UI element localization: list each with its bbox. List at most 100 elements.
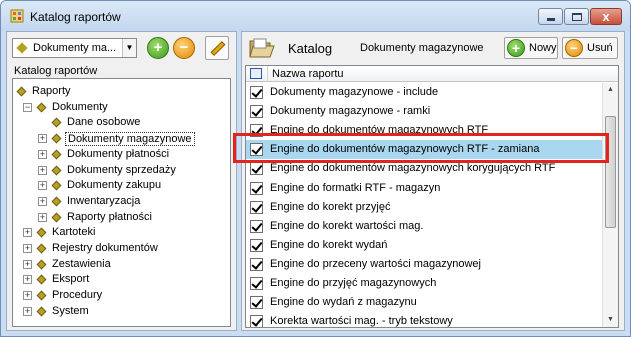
report-row-checkbox[interactable] [250, 219, 263, 233]
expand-icon[interactable]: + [38, 196, 47, 206]
report-name: Korekta wartości mag. - tryb tekstowy [270, 315, 453, 328]
select-all-checkbox[interactable] [250, 68, 262, 79]
column-header-report-name[interactable]: Nazwa raportu [272, 68, 344, 80]
tree-node-icon [51, 212, 62, 223]
tree-node-icon [36, 306, 47, 317]
tree-node-icon [51, 133, 62, 144]
report-name: Engine do korekt wartości mag. [270, 219, 424, 232]
title-bar[interactable]: Katalog raportów x [1, 1, 630, 31]
report-name: Dokumenty magazynowe - include [270, 86, 439, 98]
report-grid: Nazwa raportu Dokumenty magazynowe - inc… [245, 65, 619, 328]
catalog-tree[interactable]: Raporty − Dokumenty Dane osobowe + Dokumenty … [12, 78, 231, 327]
chevron-down-icon[interactable]: ▼ [122, 39, 136, 57]
tree-node-label: Rejestry dokumentów [52, 242, 158, 254]
tree-node-label: Kartoteki [52, 226, 96, 239]
report-row-checkbox[interactable] [250, 257, 263, 271]
vertical-scrollbar[interactable]: ▲ ▼ [602, 83, 618, 327]
tree-node-label: Inwentaryzacja [67, 194, 141, 207]
report-row[interactable]: Engine do wydań z magazynu [246, 293, 602, 312]
scroll-down-icon[interactable]: ▼ [603, 313, 618, 327]
report-row-checkbox[interactable] [250, 181, 263, 195]
report-row[interactable]: Dokumenty magazynowe - include [246, 83, 602, 102]
report-row-checkbox[interactable] [250, 315, 263, 327]
report-row-checkbox[interactable] [250, 277, 263, 290]
tree-node-icon [51, 165, 62, 175]
report-row-checkbox[interactable] [250, 105, 263, 119]
report-row[interactable]: Engine do korekt wartości mag. [246, 217, 602, 236]
tree-node-icon [36, 102, 47, 113]
close-button[interactable]: x [590, 8, 622, 25]
open-folder-icon [249, 38, 275, 58]
expand-icon[interactable]: + [23, 228, 32, 238]
catalog-dropdown[interactable]: Dokumenty ma... ▼ [12, 38, 137, 58]
catalog-node-icon [16, 42, 28, 54]
tree-node-icon [36, 290, 47, 301]
minimize-button[interactable] [538, 8, 563, 25]
remove-catalog-button[interactable]: − [173, 37, 195, 59]
collapse-icon[interactable]: − [23, 102, 32, 112]
expand-icon[interactable]: + [23, 244, 32, 253]
expand-icon[interactable]: + [23, 306, 32, 316]
minus-icon: − [565, 39, 583, 57]
tree-node-icon [36, 243, 47, 254]
report-row[interactable]: Engine do przeceny wartości magazynowej [246, 255, 602, 274]
new-report-button[interactable]: + Nowy [504, 37, 558, 59]
report-list-panel: Katalog Dokumenty magazynowe + Nowy − Us… [241, 31, 625, 331]
report-catalog-window: Katalog raportów x Dokumenty ma... ▼ + −… [0, 0, 631, 337]
tree-node-icon [36, 227, 47, 238]
tree-node-label: Dokumenty zakupu [67, 179, 162, 192]
highlight-annotation-box [233, 133, 609, 163]
expand-icon[interactable]: + [23, 259, 32, 269]
tree-node-icon [51, 117, 62, 128]
edit-catalog-button[interactable] [205, 36, 229, 60]
report-row-checkbox[interactable] [250, 296, 263, 310]
tree-node-label: Dokumenty płatności [67, 147, 170, 160]
report-row[interactable]: Korekta wartości mag. - tryb tekstowy [246, 312, 602, 328]
tree-node-label: Zestawienia [52, 257, 111, 270]
column-separator [267, 66, 268, 82]
expand-icon[interactable]: + [38, 181, 47, 191]
minus-icon: − [179, 39, 189, 56]
tree-node-icon [51, 196, 62, 207]
report-row[interactable]: Engine do przyjęć magazynowych [246, 274, 602, 293]
report-row[interactable]: Engine do korekt wydań [246, 236, 602, 255]
report-row[interactable]: Engine do korekt przyjęć [246, 198, 602, 217]
tree-node-label: Procedury [52, 289, 103, 302]
report-row[interactable]: Engine do formatki RTF - magazyn [246, 179, 602, 198]
report-name: Engine do dokumentów magazynowych korygu… [270, 162, 556, 175]
expand-icon[interactable]: + [38, 134, 47, 144]
minimize-icon [547, 18, 555, 21]
plus-icon: + [507, 39, 525, 57]
expand-icon[interactable]: + [38, 165, 47, 175]
report-row-checkbox[interactable] [250, 86, 263, 99]
expand-icon[interactable]: + [23, 291, 32, 301]
pencil-icon [210, 41, 226, 56]
report-row-checkbox[interactable] [250, 200, 263, 214]
tree-node-icon [16, 86, 27, 97]
report-name: Engine do korekt przyjęć [270, 200, 391, 213]
report-name: Engine do korekt wydań [270, 238, 388, 251]
expand-icon[interactable]: + [38, 212, 47, 222]
report-row-checkbox[interactable] [250, 238, 263, 252]
tree-node-icon [51, 149, 62, 160]
report-name: Engine do przyjęć magazynowych [270, 277, 437, 289]
report-row[interactable]: Dokumenty magazynowe - ramki [246, 102, 602, 121]
maximize-button[interactable] [564, 8, 589, 25]
delete-report-button[interactable]: − Usuń [562, 37, 618, 59]
grid-header: Nazwa raportu [246, 66, 618, 82]
tree-node-label: Eksport [52, 273, 90, 286]
report-name: Dokumenty magazynowe - ramki [270, 105, 431, 118]
report-name: Engine do wydań z magazynu [270, 296, 417, 309]
catalog-dropdown-value: Dokumenty ma... [33, 42, 117, 54]
tree-node-icon [51, 180, 62, 191]
report-row-checkbox[interactable] [250, 162, 263, 176]
catalog-subtitle: Dokumenty magazynowe [360, 42, 484, 54]
tree-node-label: Raporty [32, 85, 71, 97]
expand-icon[interactable]: + [23, 275, 32, 285]
tree-node-label: Dokumenty [52, 100, 108, 113]
scroll-up-icon[interactable]: ▲ [603, 83, 618, 97]
add-catalog-button[interactable]: + [147, 37, 169, 59]
close-icon: x [602, 9, 610, 24]
tree-node-label: Dane osobowe [67, 116, 141, 129]
expand-icon[interactable]: + [38, 149, 47, 159]
